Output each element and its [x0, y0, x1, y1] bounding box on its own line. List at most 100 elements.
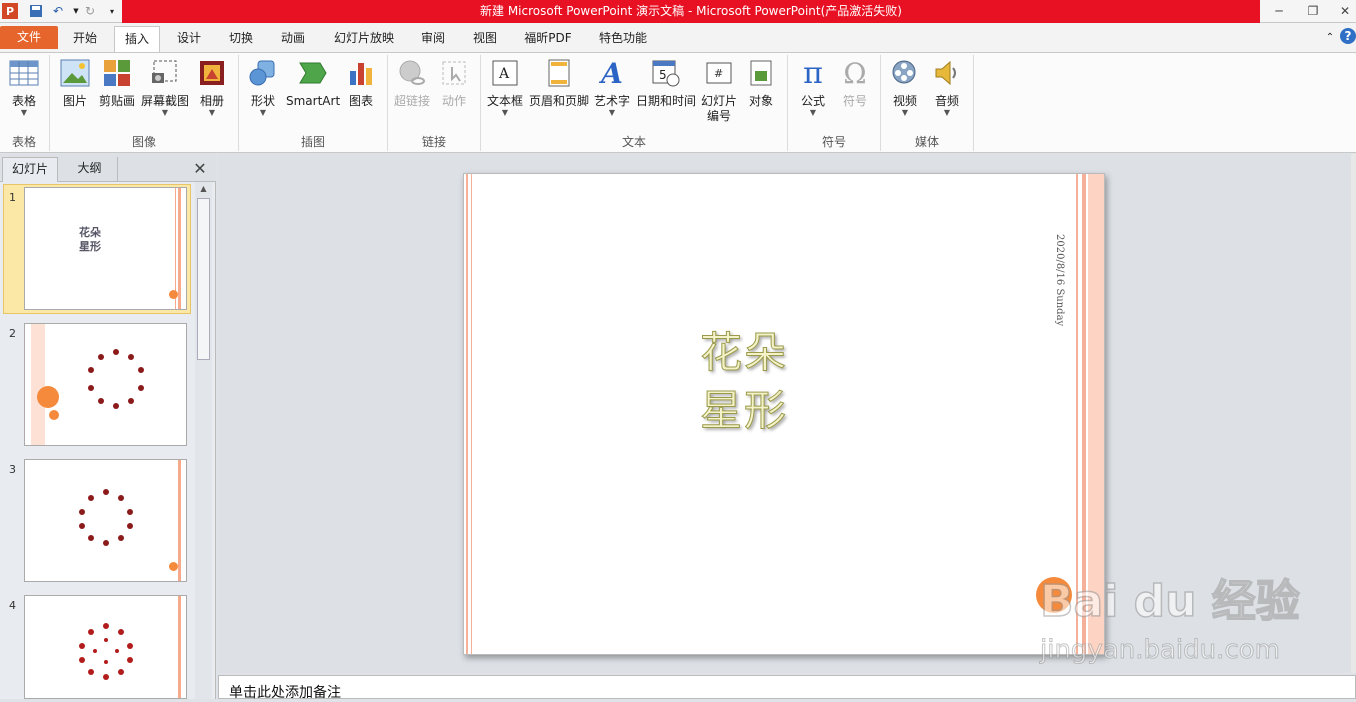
tab-transitions[interactable]: 切换	[218, 26, 264, 52]
redo-icon[interactable]: ↻	[82, 3, 98, 19]
slide-number: 3	[9, 463, 16, 476]
equation-button[interactable]: π 公式 ▼	[796, 55, 830, 118]
undo-icon[interactable]: ↶	[50, 3, 66, 19]
watermark-brand: Bai du 经验	[1039, 575, 1300, 628]
group-links: 链接	[421, 135, 446, 149]
svg-text:#: #	[714, 67, 723, 80]
tab-design[interactable]: 设计	[166, 26, 212, 52]
ribbon-tabs: 文件 开始 插入 设计 切换 动画 幻灯片放映 审阅 视图 福昕PDF 特色功能…	[0, 23, 1356, 52]
hyperlink-globe-icon	[396, 57, 428, 89]
video-button[interactable]: 视频 ▼	[888, 57, 922, 118]
tab-slides[interactable]: 幻灯片	[2, 157, 58, 182]
group-symbols: 符号	[821, 135, 846, 149]
powerpoint-logo-icon[interactable]: P	[2, 3, 18, 19]
group-illustrations: 插图	[300, 135, 325, 149]
slide-number-button[interactable]: # 幻灯片 编号	[700, 57, 738, 123]
svg-text:5: 5	[659, 68, 667, 82]
slide-number: 2	[9, 327, 16, 340]
save-icon[interactable]	[28, 3, 44, 19]
clipart-button[interactable]: 剪贴画	[98, 57, 136, 108]
window-title: 新建 Microsoft PowerPoint 演示文稿 - Microsoft…	[122, 0, 1260, 23]
chart-icon	[345, 57, 377, 89]
tab-special[interactable]: 特色功能	[590, 26, 656, 52]
table-icon	[8, 57, 40, 89]
thumb-title: 花朵 星形	[79, 226, 101, 253]
group-images: 图像	[131, 135, 156, 149]
slide-number-icon: #	[703, 57, 735, 89]
notes-placeholder: 单击此处添加备注	[229, 685, 341, 701]
scroll-up-icon[interactable]: ▲	[197, 184, 210, 196]
picture-button[interactable]: 图片	[58, 57, 92, 108]
table-button[interactable]: 表格 ▼	[6, 57, 42, 118]
photo-album-icon	[196, 57, 228, 89]
smartart-button[interactable]: SmartArt	[286, 57, 340, 108]
header-footer-icon	[543, 57, 575, 89]
pi-icon: π	[803, 55, 823, 91]
clipart-icon	[101, 57, 133, 89]
tab-outline[interactable]: 大纲	[62, 157, 118, 182]
screenshot-button[interactable]: 屏幕截图 ▼	[140, 57, 190, 118]
datetime-button[interactable]: 5 日期和时间	[636, 57, 696, 108]
hyperlink-button[interactable]: 超链接	[392, 57, 432, 108]
wordart-icon: A	[601, 56, 623, 90]
wordart-button[interactable]: A 艺术字 ▼	[592, 57, 632, 118]
tab-review[interactable]: 审阅	[410, 26, 456, 52]
help-icon[interactable]: ?	[1340, 28, 1356, 44]
group-media: 媒体	[914, 135, 939, 149]
speaker-icon	[931, 57, 963, 89]
film-reel-icon	[889, 57, 921, 89]
tab-file[interactable]: 文件	[0, 26, 58, 49]
slide-thumbnail-2[interactable]	[24, 323, 187, 446]
restore-icon[interactable]: ❐	[1302, 2, 1324, 20]
omega-icon: Ω	[843, 56, 867, 90]
editor-scrollbar[interactable]	[1351, 154, 1356, 673]
picture-icon	[59, 57, 91, 89]
tab-view[interactable]: 视图	[462, 26, 508, 52]
tab-home[interactable]: 开始	[62, 26, 108, 52]
slide-number: 1	[9, 191, 16, 204]
current-slide[interactable]: 花朵 星形 2020/8/16 Sunday	[463, 173, 1105, 655]
slide-thumbnail-4[interactable]	[24, 595, 187, 699]
object-button[interactable]: 对象	[744, 57, 778, 108]
scroll-thumb[interactable]	[197, 198, 210, 360]
pane-tabs: 幻灯片 大纲 ✕	[0, 154, 216, 182]
ribbon-insert: 表格 ▼ 表格 图片 剪贴画 屏幕截图 ▼ 相册 ▼ 图像 形状 ▼ SmartArt …	[0, 52, 1356, 153]
close-pane-icon[interactable]: ✕	[190, 157, 210, 182]
album-button[interactable]: 相册 ▼	[196, 57, 228, 118]
smartart-icon	[297, 57, 329, 89]
object-icon	[745, 57, 777, 89]
minimize-icon[interactable]: ─	[1268, 2, 1290, 20]
tab-foxit-pdf[interactable]: 福昕PDF	[516, 26, 580, 52]
collapse-ribbon-icon[interactable]: ⌃	[1322, 26, 1338, 52]
notes-pane[interactable]: 单击此处添加备注	[218, 675, 1356, 701]
group-table: 表格	[11, 135, 36, 149]
audio-button[interactable]: 音频 ▼	[930, 57, 964, 118]
symbol-button[interactable]: Ω 符号	[838, 56, 872, 109]
close-window-icon[interactable]: ✕	[1334, 2, 1356, 20]
tab-slideshow[interactable]: 幻灯片放映	[326, 26, 402, 52]
slide-number: 4	[9, 599, 16, 612]
slide-title[interactable]: 花朵 星形	[684, 324, 804, 440]
shapes-button[interactable]: 形状 ▼	[246, 57, 280, 118]
shapes-icon	[247, 57, 279, 89]
svg-text:A: A	[498, 66, 510, 82]
textbox-icon: A	[489, 57, 521, 89]
watermark-url: jingyan.baidu.com	[1040, 635, 1281, 666]
flower-star-graphic	[88, 349, 144, 409]
tab-animations[interactable]: 动画	[270, 26, 316, 52]
action-button[interactable]: 动作	[436, 57, 472, 108]
screenshot-icon	[149, 57, 181, 89]
slide-thumbnail-3[interactable]	[24, 459, 187, 582]
customize-qat-icon[interactable]: ▾	[104, 3, 120, 19]
calendar-icon: 5	[650, 57, 682, 89]
group-text: 文本	[621, 135, 646, 149]
slide-thumbnail-1[interactable]: 花朵 星形	[24, 187, 187, 310]
thumbnails-scrollbar[interactable]: ▲	[195, 182, 212, 699]
tab-insert[interactable]: 插入	[114, 26, 160, 52]
header-footer-button[interactable]: 页眉和页脚	[528, 57, 590, 108]
slide-date[interactable]: 2020/8/16 Sunday	[1054, 234, 1065, 326]
title-bar: P ↶ ▼ ↻ ▾ 新建 Microsoft PowerPoint 演示文稿 -…	[0, 0, 1356, 23]
textbox-button[interactable]: A 文本框 ▼	[486, 57, 524, 118]
slides-pane: 幻灯片 大纲 ✕ 1 花朵 星形 2 3 4 ▲	[0, 154, 216, 699]
chart-button[interactable]: 图表	[344, 57, 378, 108]
